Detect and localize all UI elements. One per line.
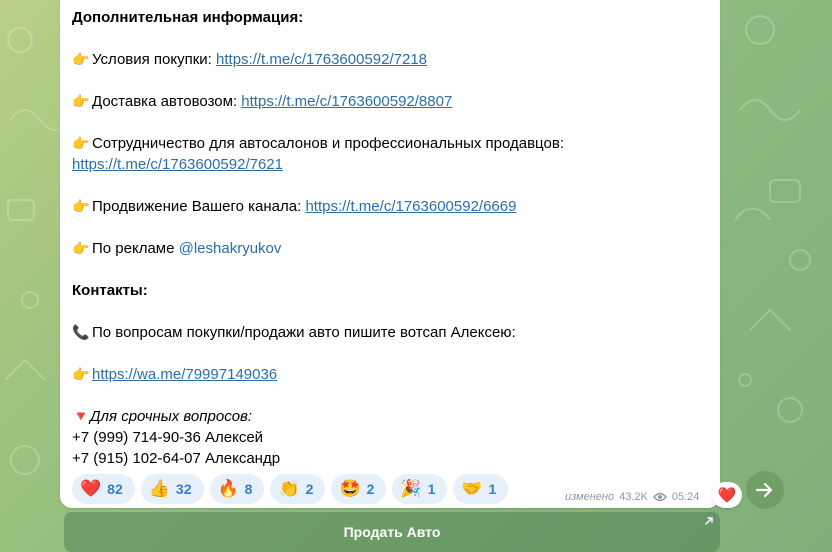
message-text: Дополнительная информация: 👉 Условия поку… — [72, 0, 712, 469]
partnership-link[interactable]: https://t.me/c/1763600592/7621 — [72, 156, 283, 173]
pointing-hand-icon: 👉 — [72, 135, 90, 151]
sell-car-button-label: Продать Авто — [343, 524, 441, 540]
reaction-thumbs-up[interactable]: 👍 32 — [140, 474, 204, 504]
fire-icon: 🔥 — [217, 479, 239, 498]
star-struck-icon: 🤩 — [339, 479, 361, 498]
pointing-hand-icon: 👉 — [72, 51, 90, 67]
sell-car-button[interactable]: Продать Авто — [64, 512, 720, 552]
promotion-line: 👉 Продвижение Вашего канала: https://t.me… — [72, 196, 712, 217]
phone-contact-2: +7 (915) 102-64-07 Александр — [72, 450, 281, 467]
reaction-count: 2 — [305, 481, 314, 497]
reactions-bar: ❤️ 82 👍 32 🔥 8 👏 2 🤩 2 🎉 1 🤝 1 — [72, 474, 509, 504]
promotion-link[interactable]: https://t.me/c/1763600592/6669 — [305, 198, 516, 215]
delivery-label: Доставка автовозом: — [92, 93, 242, 110]
reaction-count: 8 — [244, 481, 253, 497]
purchase-terms-line: 👉 Условия покупки: https://t.me/c/1763600… — [72, 49, 712, 70]
partnership-link-line: https://t.me/c/1763600592/7621 — [72, 154, 712, 175]
edited-label: изменено — [565, 491, 615, 503]
reaction-party[interactable]: 🎉 1 — [392, 474, 448, 504]
clap-icon: 👏 — [278, 479, 300, 498]
red-triangle-icon: 🔻 — [72, 408, 90, 424]
pointing-hand-icon: 👉 — [72, 198, 90, 214]
promotion-label: Продвижение Вашего канала: — [92, 198, 306, 215]
ads-mention-link[interactable]: @leshakryukov — [179, 240, 282, 257]
urgent-label: Для срочных вопросов: — [90, 408, 253, 425]
delivery-link[interactable]: https://t.me/c/1763600592/8807 — [241, 93, 452, 110]
pointing-hand-icon: 👉 — [72, 366, 90, 382]
phone-note-line: 📞 По вопросам покупки/продажи авто пишите… — [72, 322, 712, 343]
eye-icon — [652, 492, 667, 502]
delivery-line: 👉 Доставка автовозом: https://t.me/c/1763… — [72, 91, 712, 112]
purchase-terms-link[interactable]: https://t.me/c/1763600592/7218 — [216, 51, 427, 68]
reaction-clap[interactable]: 👏 2 — [270, 474, 326, 504]
reaction-heart[interactable]: ❤️ 82 — [72, 474, 135, 504]
whatsapp-link[interactable]: https://wa.me/79997149036 — [92, 366, 277, 383]
reaction-count: 1 — [488, 481, 497, 497]
external-link-arrow-icon — [705, 517, 713, 525]
phone-contact-1: +7 (999) 714-90-36 Алексей — [72, 429, 264, 446]
heart-reaction-badge[interactable]: ❤️ — [712, 482, 742, 508]
heart-icon: ❤️ — [80, 479, 102, 498]
purchase-terms-label: Условия покупки: — [92, 51, 217, 68]
pointing-hand-icon: 👉 — [72, 93, 90, 109]
reaction-count: 32 — [175, 481, 192, 497]
partnership-line: 👉 Сотрудничество для автосалонов и профес… — [72, 133, 712, 154]
forward-arrow-icon — [755, 482, 773, 498]
view-count: 43.2K — [619, 491, 648, 503]
whatsapp-line: 👉 https://wa.me/79997149036 — [72, 364, 712, 385]
reaction-count: 2 — [366, 481, 375, 497]
party-popper-icon: 🎉 — [400, 479, 422, 498]
phone-icon: 📞 — [72, 324, 90, 340]
reaction-fire[interactable]: 🔥 8 — [209, 474, 265, 504]
phone-note-text: По вопросам покупки/продажи авто пишите … — [92, 324, 516, 341]
reaction-star-struck[interactable]: 🤩 2 — [331, 474, 387, 504]
heart-icon: ❤️ — [717, 487, 737, 504]
heading-contacts: Контакты: — [72, 282, 148, 299]
ads-line: 👉 По рекламе @leshakryukov — [72, 238, 712, 259]
pointing-hand-icon: 👉 — [72, 240, 90, 256]
heading-additional-info: Дополнительная информация: — [72, 9, 304, 26]
message-meta: изменено 43.2K 05:24 — [565, 491, 699, 503]
forward-button[interactable] — [746, 471, 784, 509]
reaction-count: 82 — [107, 481, 123, 497]
message-time: 05:24 — [671, 491, 700, 503]
handshake-icon: 🤝 — [461, 479, 483, 498]
thumbs-up-icon: 👍 — [148, 479, 170, 498]
partnership-label: Сотрудничество для автосалонов и професс… — [92, 135, 564, 152]
urgent-line: 🔻Для срочных вопросов: — [72, 406, 712, 427]
reaction-handshake[interactable]: 🤝 1 — [453, 474, 509, 504]
reaction-count: 1 — [427, 481, 436, 497]
ads-label: По рекламе — [92, 240, 179, 257]
